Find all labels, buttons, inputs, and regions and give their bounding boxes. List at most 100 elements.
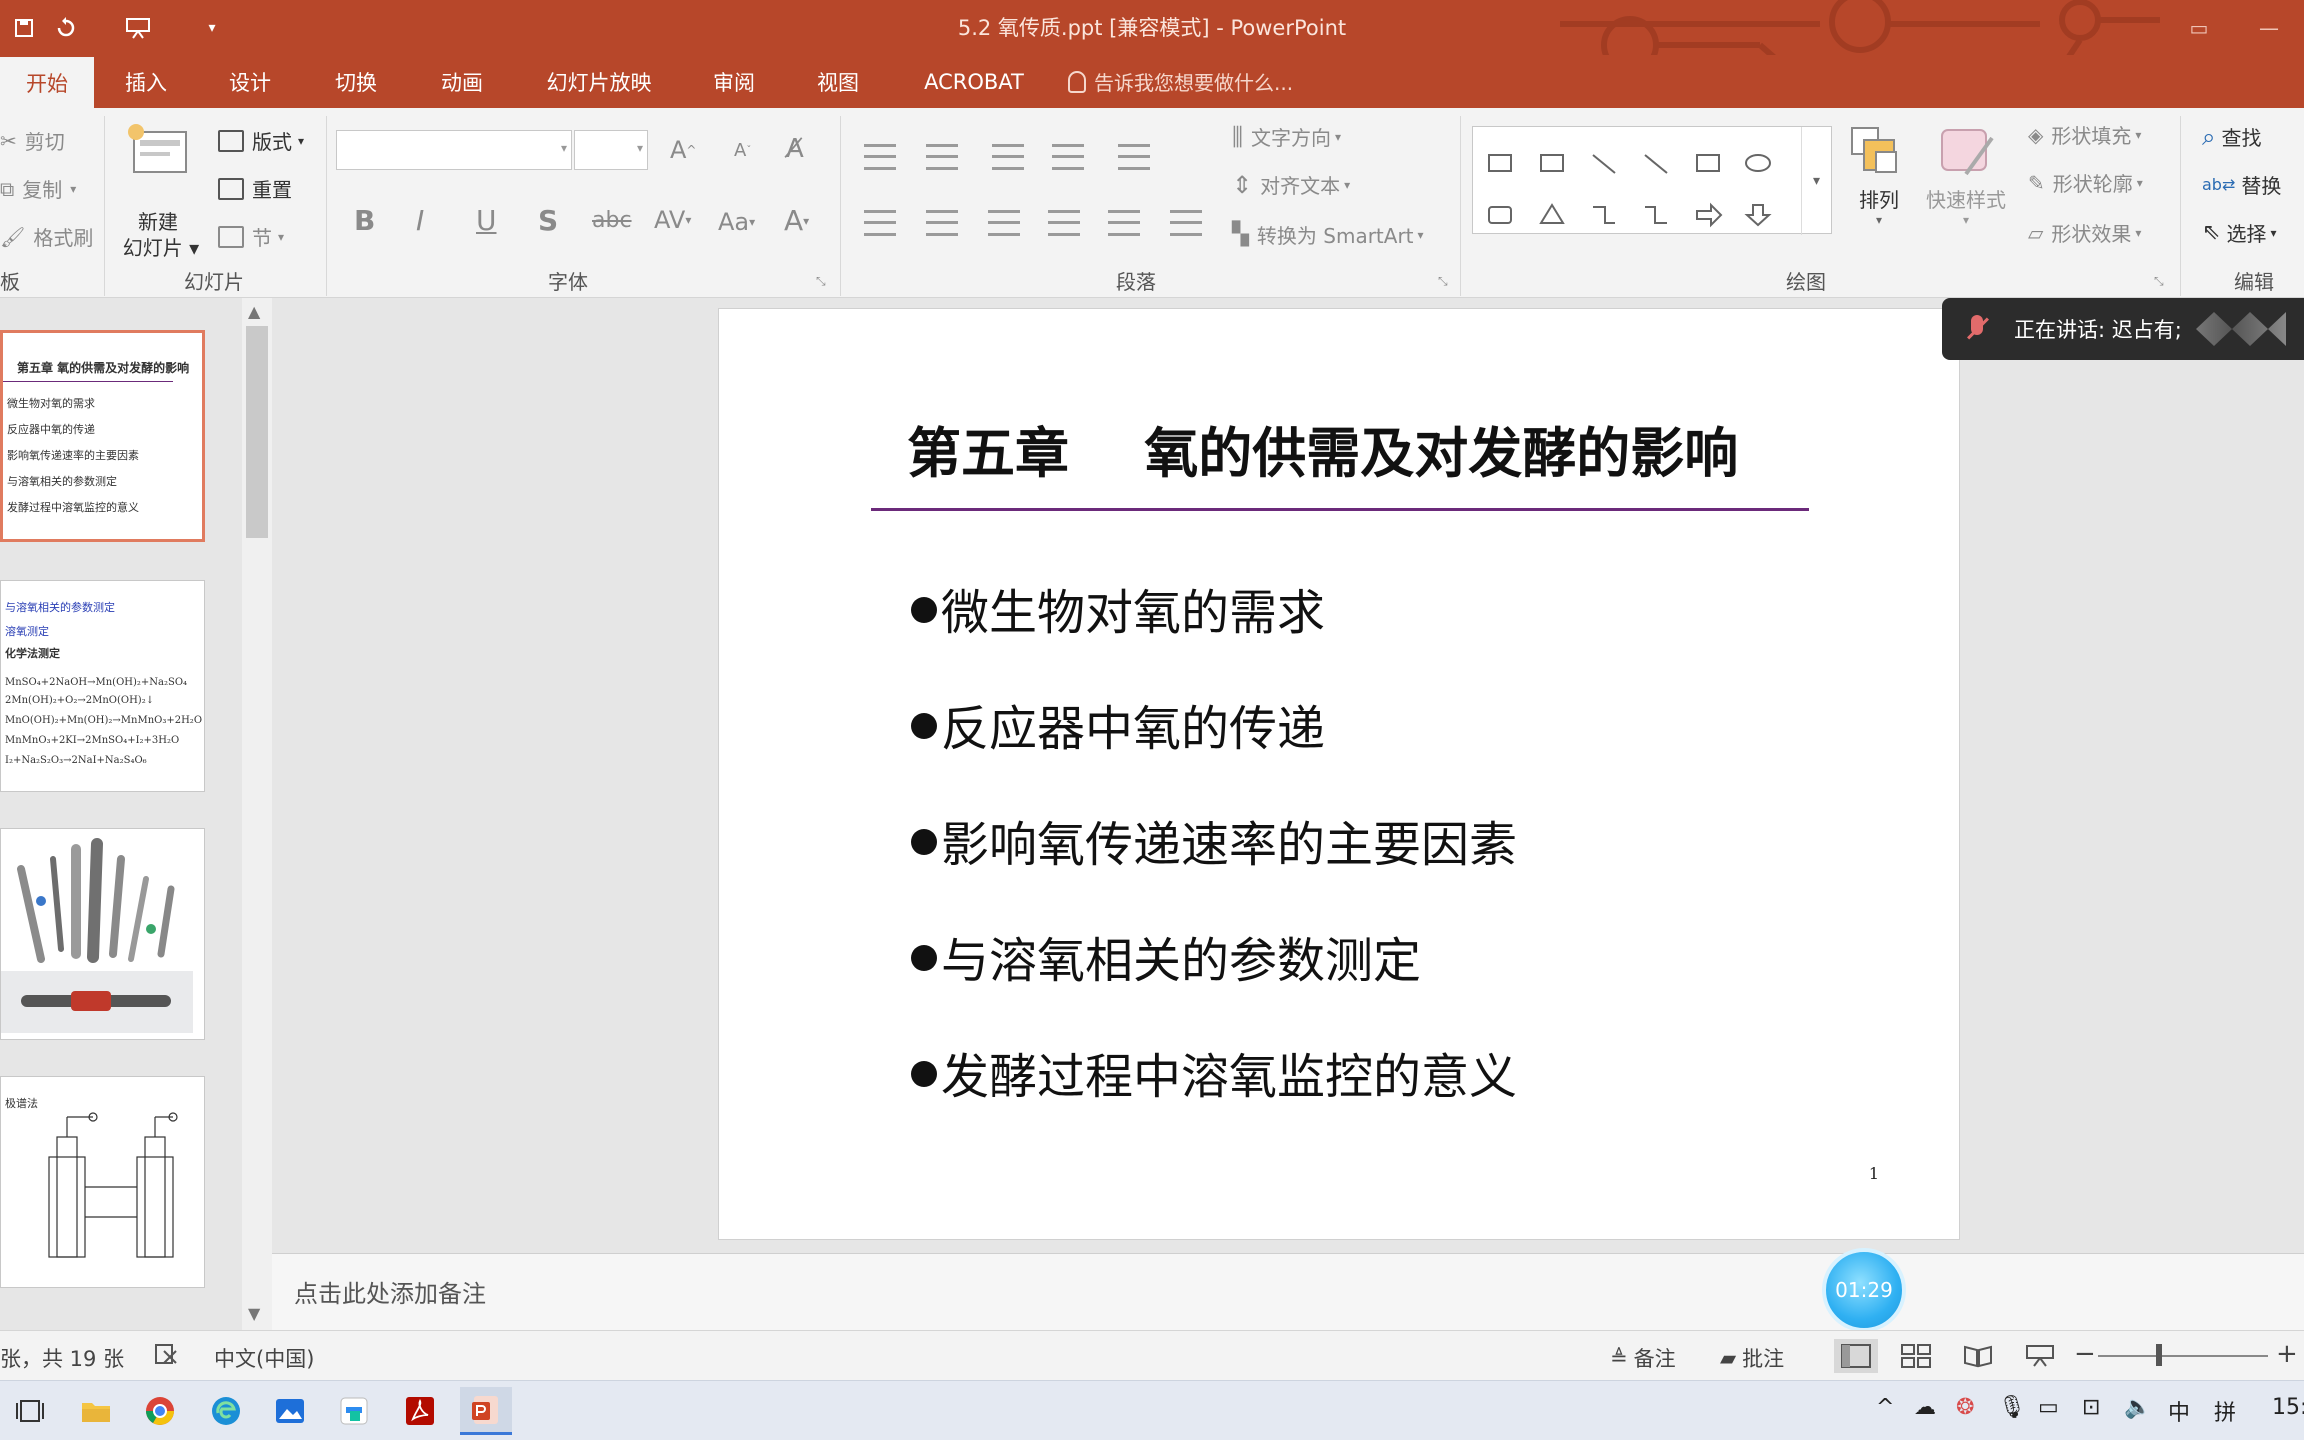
columns-icon[interactable] bbox=[1108, 210, 1140, 236]
bullet-item[interactable]: 微生物对氧的需求 bbox=[911, 573, 1325, 643]
font-dialog-launcher-icon[interactable]: ⤡ bbox=[816, 274, 826, 289]
minimize-button[interactable]: — bbox=[2234, 0, 2304, 55]
slide-thumbnail-4[interactable]: 极谱法 bbox=[0, 1076, 205, 1288]
meeting-app-icon[interactable] bbox=[328, 1387, 380, 1435]
font-name-input[interactable]: ▾ bbox=[336, 130, 572, 170]
convert-smartart-button[interactable]: ▚ 转换为 SmartArt ▾ bbox=[1232, 220, 1424, 249]
cut-button[interactable]: ✂ 剪切 bbox=[0, 126, 65, 155]
paragraph-dialog-launcher-icon[interactable]: ⤡ bbox=[1438, 274, 1448, 289]
gallery-more-icon[interactable]: ▾ bbox=[1801, 127, 1831, 235]
find-button[interactable]: ⌕ 查找 bbox=[2202, 122, 2261, 151]
normal-view-icon[interactable] bbox=[1834, 1339, 1878, 1373]
tab-insert[interactable]: 插入 bbox=[110, 55, 182, 108]
slideshow-view-icon[interactable] bbox=[2018, 1339, 2062, 1373]
file-explorer-icon[interactable] bbox=[70, 1387, 122, 1435]
reset-button[interactable]: 重置 bbox=[218, 174, 292, 203]
scrollbar-thumb[interactable] bbox=[246, 326, 268, 538]
strikethrough-icon[interactable]: abc bbox=[592, 208, 632, 233]
copy-button[interactable]: ⧉ 复制 ▾ bbox=[0, 174, 76, 203]
drawing-dialog-launcher-icon[interactable]: ⤡ bbox=[2154, 274, 2164, 289]
clock[interactable]: 15: bbox=[2272, 1395, 2304, 1420]
align-center-icon[interactable] bbox=[926, 210, 958, 236]
onedrive-icon[interactable]: ☁ bbox=[1914, 1395, 1936, 1420]
volume-icon[interactable]: 🔈 bbox=[2124, 1395, 2151, 1420]
zoom-slider-thumb[interactable] bbox=[2156, 1344, 2162, 1366]
replace-button[interactable]: ab⇄ 替换 bbox=[2202, 170, 2281, 199]
scroll-down-icon[interactable]: ▼ bbox=[248, 1304, 260, 1323]
tab-design[interactable]: 设计 bbox=[214, 55, 286, 108]
align-left-icon[interactable] bbox=[864, 210, 896, 236]
clear-formatting-icon[interactable]: A̸ bbox=[786, 134, 804, 164]
select-button[interactable]: ⇖ 选择 ▾ bbox=[2202, 218, 2276, 247]
zoom-out-icon[interactable]: − bbox=[2074, 1339, 2096, 1369]
notes-pane[interactable]: 点击此处添加备注 bbox=[272, 1253, 2304, 1330]
notes-toggle-button[interactable]: ≜ 备注 bbox=[1610, 1343, 1676, 1373]
tab-view[interactable]: 视图 bbox=[802, 55, 874, 108]
reading-view-icon[interactable] bbox=[1956, 1339, 2000, 1373]
font-size-input[interactable]: ▾ bbox=[574, 130, 648, 170]
change-case-icon[interactable]: Aa ▾ bbox=[718, 208, 755, 236]
language-indicator[interactable]: 中文(中国) bbox=[214, 1343, 314, 1373]
battery-icon[interactable]: ▭ bbox=[2038, 1395, 2059, 1420]
underline-icon[interactable]: U bbox=[476, 204, 497, 237]
tab-slideshow[interactable]: 幻灯片放映 bbox=[534, 55, 664, 108]
bullet-item[interactable]: 发酵过程中溶氧监控的意义 bbox=[911, 1037, 1517, 1107]
increase-indent-icon[interactable] bbox=[1052, 144, 1084, 170]
tell-me-search[interactable]: 告诉我您想要做什么... bbox=[1068, 55, 1293, 108]
arrange-button[interactable]: 排列 ▾ bbox=[1848, 124, 1910, 244]
bullet-item[interactable]: 反应器中氧的传递 bbox=[911, 689, 1325, 759]
notes-placeholder[interactable]: 点击此处添加备注 bbox=[294, 1274, 486, 1309]
tab-animations[interactable]: 动画 bbox=[426, 55, 498, 108]
zoom-slider[interactable] bbox=[2098, 1355, 2268, 1357]
ime-mode[interactable]: 拼 bbox=[2214, 1395, 2236, 1427]
font-color-icon[interactable]: A ▾ bbox=[784, 204, 809, 237]
bold-icon[interactable]: B bbox=[354, 204, 375, 237]
slide-thumbnail-2[interactable]: 与溶氧相关的参数测定 溶氧测定 化学法测定 MnSO₄+2NaOH→Mn(OH)… bbox=[0, 580, 205, 792]
app-tray-icon[interactable]: ❂ bbox=[1956, 1395, 1974, 1420]
slide-sorter-view-icon[interactable] bbox=[1894, 1339, 1938, 1373]
shape-outline-button[interactable]: ✎ 形状轮廓 ▾ bbox=[2028, 168, 2143, 197]
acrobat-icon[interactable] bbox=[394, 1387, 446, 1435]
text-shadow-icon[interactable]: S bbox=[538, 204, 558, 237]
justify-icon[interactable] bbox=[1048, 210, 1080, 236]
photos-icon[interactable] bbox=[264, 1387, 316, 1435]
character-spacing-icon[interactable]: AV ▾ bbox=[654, 206, 691, 234]
chrome-icon[interactable] bbox=[134, 1387, 186, 1435]
numbering-icon[interactable] bbox=[926, 144, 958, 170]
ime-language[interactable]: 中 bbox=[2168, 1395, 2190, 1427]
layout-button[interactable]: 版式 ▾ bbox=[218, 126, 304, 155]
network-icon[interactable]: ⊡ bbox=[2082, 1395, 2100, 1420]
shape-fill-button[interactable]: ◈ 形状填充 ▾ bbox=[2028, 120, 2141, 149]
meeting-timer[interactable]: 01:29 bbox=[1822, 1248, 1906, 1332]
increase-font-size-icon[interactable]: A ^ bbox=[670, 136, 696, 164]
zoom-in-icon[interactable]: + bbox=[2276, 1339, 2298, 1369]
comments-toggle-button[interactable]: ▰ 批注 bbox=[1720, 1343, 1784, 1373]
bullet-item[interactable]: 与溶氧相关的参数测定 bbox=[911, 921, 1421, 991]
bullets-icon[interactable] bbox=[864, 144, 896, 170]
section-button[interactable]: 节 ▾ bbox=[218, 222, 284, 251]
shape-effects-button[interactable]: ▱ 形状效果 ▾ bbox=[2028, 218, 2141, 247]
show-hidden-icons[interactable]: ^ bbox=[1876, 1395, 1894, 1420]
italic-icon[interactable]: I bbox=[416, 204, 424, 237]
new-slide-button[interactable]: 新建 幻灯片 ▾ bbox=[116, 122, 200, 260]
tab-acrobat[interactable]: ACROBAT bbox=[914, 55, 1034, 108]
slide-title[interactable]: 第五章 氧的供需及对发酵的影响 bbox=[907, 409, 1738, 488]
bullet-item[interactable]: 影响氧传递速率的主要因素 bbox=[911, 805, 1517, 875]
scroll-up-icon[interactable]: ▲ bbox=[248, 302, 260, 321]
slide-thumbnail-3[interactable] bbox=[0, 828, 205, 1040]
tab-home[interactable]: 开始 bbox=[0, 57, 94, 108]
text-direction-button[interactable]: ⫼ 文字方向 ▾ bbox=[1232, 122, 1341, 151]
task-view-icon[interactable] bbox=[4, 1387, 56, 1435]
format-painter-button[interactable]: 🖌 格式刷 bbox=[0, 222, 93, 251]
tab-transitions[interactable]: 切换 bbox=[320, 55, 392, 108]
slide-thumbnail-1[interactable]: 第五章 氧的供需及对发酵的影响 微生物对氧的需求 反应器中氧的传递 影响氧传递速… bbox=[0, 330, 205, 542]
text-box-align-icon[interactable] bbox=[1170, 210, 1202, 236]
spelling-check-icon[interactable] bbox=[154, 1343, 178, 1365]
align-right-icon[interactable] bbox=[988, 210, 1020, 236]
decrease-font-size-icon[interactable]: Aˇ bbox=[734, 140, 751, 161]
align-text-button[interactable]: ⇕ 对齐文本 ▾ bbox=[1232, 170, 1350, 199]
decrease-indent-icon[interactable] bbox=[992, 144, 1024, 170]
quick-styles-button[interactable]: 快速样式 ▾ bbox=[1920, 124, 2012, 244]
slide-canvas[interactable]: 第五章 氧的供需及对发酵的影响 微生物对氧的需求 反应器中氧的传递 影响氧传递速… bbox=[718, 308, 1960, 1240]
thumbnail-scrollbar[interactable]: ▲ ▼ bbox=[242, 298, 272, 1330]
